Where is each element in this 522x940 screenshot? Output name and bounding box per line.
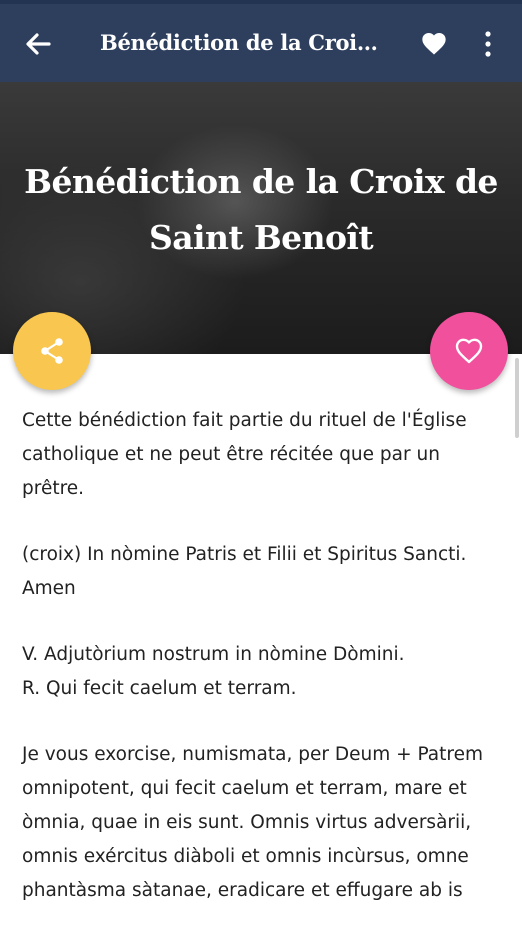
hero-image: Bénédiction de la Croix de Saint Benoît [0, 82, 522, 354]
paragraph: (croix) In nòmine Patris et Filii et Spi… [22, 544, 467, 599]
share-icon [41, 338, 63, 364]
more-vertical-icon[interactable] [476, 28, 500, 60]
heart-outline-icon [455, 338, 483, 364]
paragraph: Je vous exorcise, numismata, per Deum + … [22, 744, 484, 901]
scrollbar[interactable] [515, 358, 519, 438]
like-button[interactable] [430, 312, 508, 390]
paragraph: Cette bénédiction fait partie du rituel … [22, 410, 467, 499]
app-bar-title: Bénédiction de la Croix de ... [100, 30, 385, 55]
hero-title: Bénédiction de la Croix de Saint Benoît [24, 162, 498, 257]
heart-filled-icon[interactable] [420, 30, 448, 58]
prayer-text: Cette bénédiction fait partie du rituel … [22, 404, 502, 940]
arrow-left-icon[interactable] [22, 28, 54, 60]
paragraph: V. Adjutòrium nostrum in nòmine Dòmini. … [22, 644, 405, 699]
share-button[interactable] [13, 312, 91, 390]
app-bar: Bénédiction de la Croix de ... [0, 4, 522, 82]
